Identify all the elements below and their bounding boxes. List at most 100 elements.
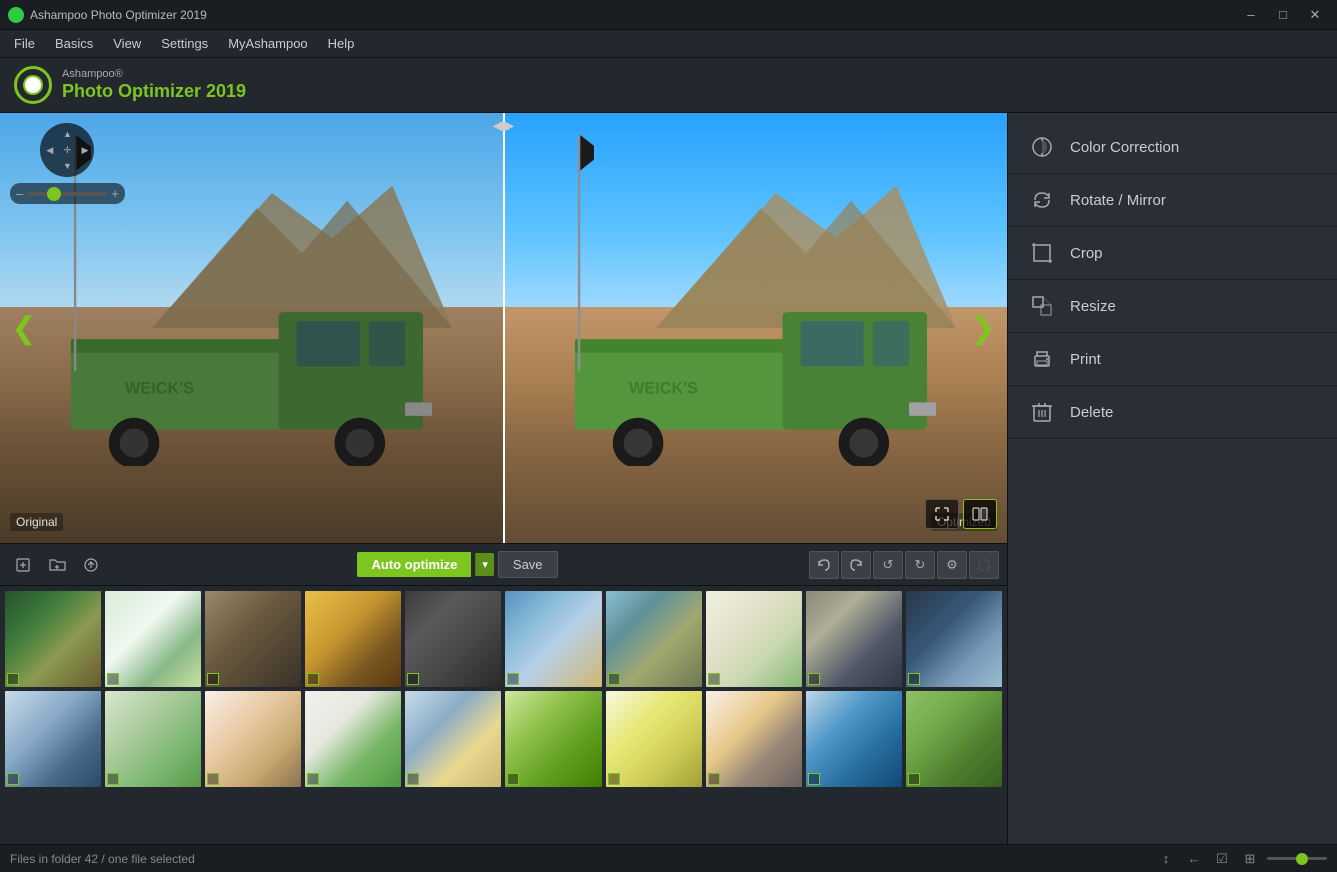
thumb-check-1 [7, 673, 19, 685]
fullscreen-button[interactable] [925, 499, 959, 529]
toolbar: Auto optimize ▾ Save ↺ ↻ ⚙ [0, 543, 1007, 585]
thumbnails [0, 585, 1007, 872]
minimize-button[interactable]: – [1237, 4, 1265, 26]
pan-left-icon: ◀ [46, 145, 53, 156]
delete-icon [1028, 398, 1056, 426]
pan-control[interactable]: ◀ ✛ ▶ [40, 123, 94, 177]
back-button[interactable]: ← [1183, 849, 1205, 869]
photo-overlay-controls [925, 499, 997, 529]
rotate-right-button[interactable]: ↻ [905, 551, 935, 579]
thumbnail-18[interactable] [705, 690, 803, 788]
color-correction-icon [1028, 133, 1056, 161]
thumbnail-6[interactable] [504, 590, 602, 688]
thumbnail-7[interactable] [605, 590, 703, 688]
grid-button[interactable]: ⊞ [1239, 849, 1261, 869]
sort-button[interactable]: ↕ [1155, 849, 1177, 869]
app-title: Photo Optimizer 2019 [62, 81, 246, 103]
thumbnail-1[interactable] [4, 590, 102, 688]
pan-center-icon: ✛ [64, 145, 72, 156]
menu-myashampoo[interactable]: MyAshampoo [218, 33, 317, 54]
thumbnail-13[interactable] [204, 690, 302, 788]
menubar: File Basics View Settings MyAshampoo Hel… [0, 30, 1337, 58]
edit-button[interactable] [76, 550, 106, 580]
rotate-mirror-label: Rotate / Mirror [1070, 192, 1166, 209]
panel-color-correction[interactable]: Color Correction [1008, 121, 1337, 174]
panel-delete[interactable]: Delete [1008, 386, 1337, 439]
save-button[interactable]: Save [498, 551, 558, 578]
status-text: Files in folder 42 / one file selected [10, 852, 195, 866]
crop-icon [1028, 239, 1056, 267]
split-line[interactable]: ◀ ▶ [503, 113, 505, 543]
thumbnail-17[interactable] [605, 690, 703, 788]
toolbar-center: Auto optimize ▾ Save [110, 551, 805, 578]
thumbnail-19[interactable] [805, 690, 903, 788]
thumbnail-3[interactable] [204, 590, 302, 688]
zoom-out-icon[interactable]: – [16, 186, 23, 201]
thumb-check-6 [507, 673, 519, 685]
panel-print[interactable]: Print [1008, 333, 1337, 386]
app-icon [8, 7, 24, 23]
thumbnail-11[interactable] [4, 690, 102, 788]
settings-button[interactable]: ⚙ [937, 551, 967, 579]
menu-basics[interactable]: Basics [45, 33, 103, 54]
logo [14, 66, 52, 104]
thumb-check-16 [507, 773, 519, 785]
photo-area: ◀ ✛ ▶ – + [0, 113, 1007, 872]
thumb-check-19 [808, 773, 820, 785]
thumb-check-13 [207, 773, 219, 785]
auto-optimize-dropdown[interactable]: ▾ [475, 553, 494, 576]
original-label: Original [10, 513, 63, 531]
select-button[interactable] [969, 551, 999, 579]
thumb-check-7 [608, 673, 620, 685]
crop-label: Crop [1070, 245, 1103, 262]
menu-file[interactable]: File [4, 33, 45, 54]
menu-help[interactable]: Help [318, 33, 365, 54]
thumbnail-20[interactable] [905, 690, 1003, 788]
add-file-button[interactable] [8, 550, 38, 580]
statusbar: Files in folder 42 / one file selected ↕… [0, 844, 1337, 872]
thumbnail-9[interactable] [805, 590, 903, 688]
thumbnail-8[interactable] [705, 590, 803, 688]
rotate-left-button[interactable]: ↺ [873, 551, 903, 579]
flagpole-right [564, 135, 594, 372]
photo-viewer: WEICK'S [0, 113, 1007, 543]
truck-left: WEICK'S [40, 285, 463, 466]
panel-resize[interactable]: Resize [1008, 280, 1337, 333]
zoom-slider[interactable] [27, 192, 107, 196]
thumb-check-18 [708, 773, 720, 785]
next-photo-button[interactable]: ❯ [965, 303, 1001, 353]
undo-button[interactable] [809, 551, 839, 579]
thumbnail-10[interactable] [905, 590, 1003, 688]
add-folder-button[interactable] [42, 550, 72, 580]
thumbnail-size-slider[interactable] [1267, 857, 1327, 860]
thumbnail-12[interactable] [104, 690, 202, 788]
panel-rotate-mirror[interactable]: Rotate / Mirror [1008, 174, 1337, 227]
undo2-button[interactable] [841, 551, 871, 579]
zoom-in-icon[interactable]: + [111, 186, 119, 201]
split-handle[interactable]: ◀ ▶ [493, 113, 515, 134]
thumbnail-2[interactable] [104, 590, 202, 688]
thumbnail-15[interactable] [404, 690, 502, 788]
check-button[interactable]: ☑ [1211, 849, 1233, 869]
thumbnail-5[interactable] [404, 590, 502, 688]
arrow-right-icon: ▶ [504, 117, 515, 134]
split-view-button[interactable] [963, 499, 997, 529]
panel-crop[interactable]: Crop [1008, 227, 1337, 280]
thumb-check-20 [908, 773, 920, 785]
menu-settings[interactable]: Settings [151, 33, 218, 54]
close-button[interactable]: ✕ [1301, 4, 1329, 26]
menu-view[interactable]: View [103, 33, 151, 54]
photo-canvas: WEICK'S [0, 113, 1007, 543]
maximize-button[interactable]: □ [1269, 4, 1297, 26]
print-icon [1028, 345, 1056, 373]
thumbnail-4[interactable] [304, 590, 402, 688]
thumbnail-14[interactable] [304, 690, 402, 788]
print-label: Print [1070, 351, 1101, 368]
toolbar-right: ↺ ↻ ⚙ [809, 551, 999, 579]
truck-right: WEICK'S [544, 285, 967, 466]
prev-photo-button[interactable]: ❮ [6, 303, 42, 353]
thumbnail-16[interactable] [504, 690, 602, 788]
thumb-check-10 [908, 673, 920, 685]
thumb-check-12 [107, 773, 119, 785]
auto-optimize-button[interactable]: Auto optimize [357, 552, 471, 577]
